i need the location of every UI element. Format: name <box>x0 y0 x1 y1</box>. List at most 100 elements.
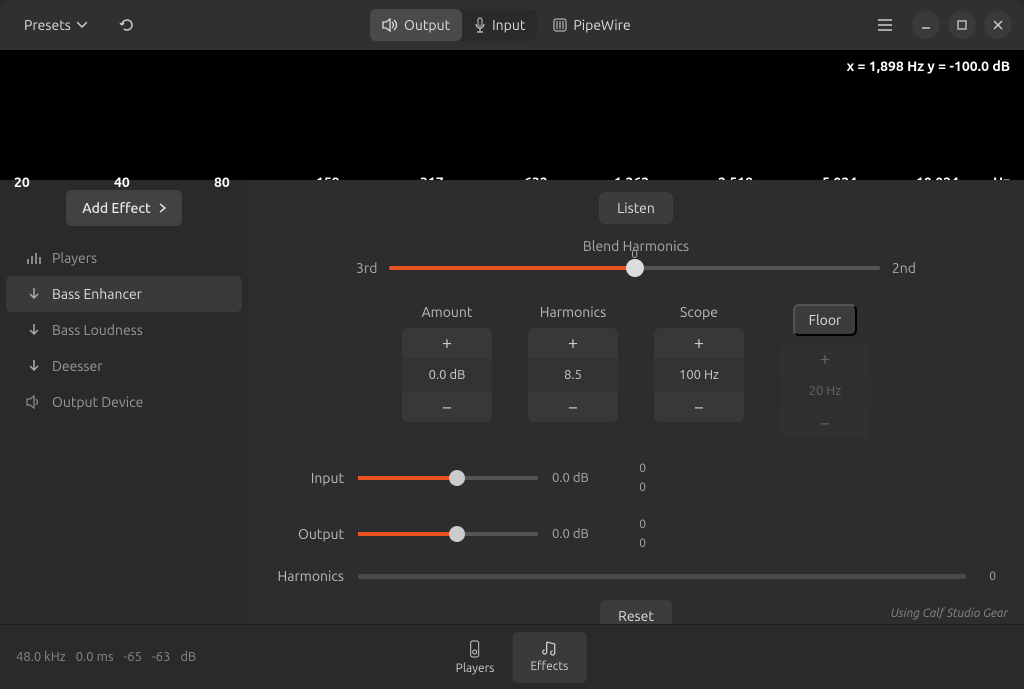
sidebar-item-label: Output Device <box>52 394 143 410</box>
param-0-dec[interactable]: − <box>402 392 492 422</box>
param-1-stepper[interactable]: +8.5− <box>528 328 618 422</box>
presets-label: Presets <box>24 17 71 33</box>
level-0-slider[interactable] <box>358 476 538 480</box>
input-tab[interactable]: Input <box>462 9 537 41</box>
tab-effects-icon <box>541 640 557 656</box>
menu-button[interactable] <box>866 11 904 39</box>
titlebar: Presets Output Input PipeWire <box>0 0 1024 50</box>
hamburger-icon <box>878 19 892 31</box>
sidebar-item-players[interactable]: Players <box>6 240 242 276</box>
level-1-value: 0.0 dB <box>552 527 608 541</box>
level-right: -63 <box>152 650 170 664</box>
refresh-button[interactable] <box>107 9 147 41</box>
input-label: Input <box>492 17 525 33</box>
param-3-inc: + <box>780 344 870 374</box>
tab-players-icon <box>468 640 482 658</box>
presets-button[interactable]: Presets <box>12 9 99 41</box>
param-2-stepper[interactable]: +100 Hz− <box>654 328 744 422</box>
io-segmented: Output Input <box>370 9 537 41</box>
tab-effects[interactable]: Effects <box>512 632 586 683</box>
maximize-icon <box>957 20 967 30</box>
spec-tick: 80 <box>214 174 230 190</box>
param-1-dec[interactable]: − <box>528 392 618 422</box>
param-1-label: Harmonics <box>540 304 607 320</box>
param-2-dec[interactable]: − <box>654 392 744 422</box>
blend-left-label: 3rd <box>356 260 377 276</box>
sidebar-item-bass-loudness[interactable]: Bass Loudness <box>6 312 242 348</box>
pipewire-icon <box>553 18 567 32</box>
param-0-value: 0.0 dB <box>402 358 492 392</box>
sidebar-item-label: Deesser <box>52 358 103 374</box>
param-0-label: Amount <box>422 304 473 320</box>
spec-tick: 20 <box>14 174 30 190</box>
sample-rate: 48.0 kHz <box>16 650 66 664</box>
param-2-label: Scope <box>680 304 718 320</box>
level-0-thumb[interactable] <box>449 470 465 486</box>
param-1-value: 8.5 <box>528 358 618 392</box>
level-0-label: Input <box>276 470 344 486</box>
down-icon <box>26 287 42 301</box>
sidebar-item-label: Bass Loudness <box>52 322 143 338</box>
level-1-slider[interactable] <box>358 532 538 536</box>
param-0-stepper[interactable]: +0.0 dB− <box>402 328 492 422</box>
latency: 0.0 ms <box>76 650 114 664</box>
param-1-inc[interactable]: + <box>528 328 618 358</box>
level-0-value: 0.0 dB <box>552 471 608 485</box>
spectrum-view[interactable]: x = 1,898 Hz y = -100.0 dB 20 40 80 159 … <box>0 50 1024 180</box>
param-3-value: 20 Hz <box>780 374 870 408</box>
param-0-inc[interactable]: + <box>402 328 492 358</box>
spec-tick: 40 <box>114 174 130 190</box>
output-label: Output <box>404 17 450 33</box>
tab-label: Players <box>456 662 495 675</box>
add-effect-button[interactable]: Add Effect <box>66 190 182 226</box>
level-1-label: Output <box>276 526 344 542</box>
level-1-thumb[interactable] <box>449 526 465 542</box>
tab-players[interactable]: Players <box>438 632 513 683</box>
speaker-icon <box>26 395 42 409</box>
output-tab[interactable]: Output <box>370 9 462 41</box>
sidebar-item-output-device[interactable]: Output Device <box>6 384 242 420</box>
level-left: -65 <box>123 650 141 664</box>
players-icon <box>26 251 42 265</box>
minimize-button[interactable] <box>912 11 940 39</box>
param-2-inc[interactable]: + <box>654 328 744 358</box>
tab-label: Effects <box>530 660 568 673</box>
sidebar-item-deesser[interactable]: Deesser <box>6 348 242 384</box>
blend-slider-thumb[interactable] <box>626 259 644 277</box>
blend-slider-fill <box>389 266 634 270</box>
blend-right-label: 2nd <box>892 260 916 276</box>
down-icon <box>26 323 42 337</box>
param-3-toggle[interactable]: Floor <box>793 304 858 336</box>
close-icon <box>993 20 1003 30</box>
param-2-value: 100 Hz <box>654 358 744 392</box>
level-unit: dB <box>180 650 196 664</box>
param-3-stepper: +20 Hz− <box>780 344 870 438</box>
reset-button[interactable]: Reset <box>600 600 672 624</box>
spectrum-readout: x = 1,898 Hz y = -100.0 dB <box>847 58 1010 74</box>
param-3-dec: − <box>780 408 870 438</box>
harmonics-label: Harmonics <box>276 568 344 584</box>
listen-button[interactable]: Listen <box>599 192 673 224</box>
chevron-down-icon <box>77 22 87 28</box>
blend-slider[interactable]: 0 <box>389 266 880 270</box>
minimize-icon <box>921 20 931 30</box>
mic-icon <box>474 17 486 33</box>
add-effect-label: Add Effect <box>82 200 151 216</box>
refresh-icon <box>119 17 135 33</box>
sidebar-item-bass-enhancer[interactable]: Bass Enhancer <box>6 276 242 312</box>
statusbar: 48.0 kHz 0.0 ms -65 -63 dB Players Effect… <box>0 624 1024 689</box>
plugin-credit: Using Calf Studio Gear <box>891 607 1008 620</box>
speaker-icon <box>382 18 398 32</box>
sidebar: Add Effect Players Bass Enhancer Bass Loud… <box>0 180 248 624</box>
pipewire-label: PipeWire <box>573 17 630 33</box>
chevron-right-icon <box>159 203 166 213</box>
down-icon <box>26 359 42 373</box>
maximize-button[interactable] <box>948 11 976 39</box>
pipewire-button[interactable]: PipeWire <box>541 9 642 41</box>
effect-panel: Listen Blend Harmonics 3rd 0 2nd Amount+… <box>248 180 1024 624</box>
harmonics-value: 0 <box>980 570 996 583</box>
harmonics-meter <box>358 574 966 579</box>
sidebar-item-label: Bass Enhancer <box>52 286 142 302</box>
sidebar-item-label: Players <box>52 250 97 266</box>
close-button[interactable] <box>984 11 1012 39</box>
